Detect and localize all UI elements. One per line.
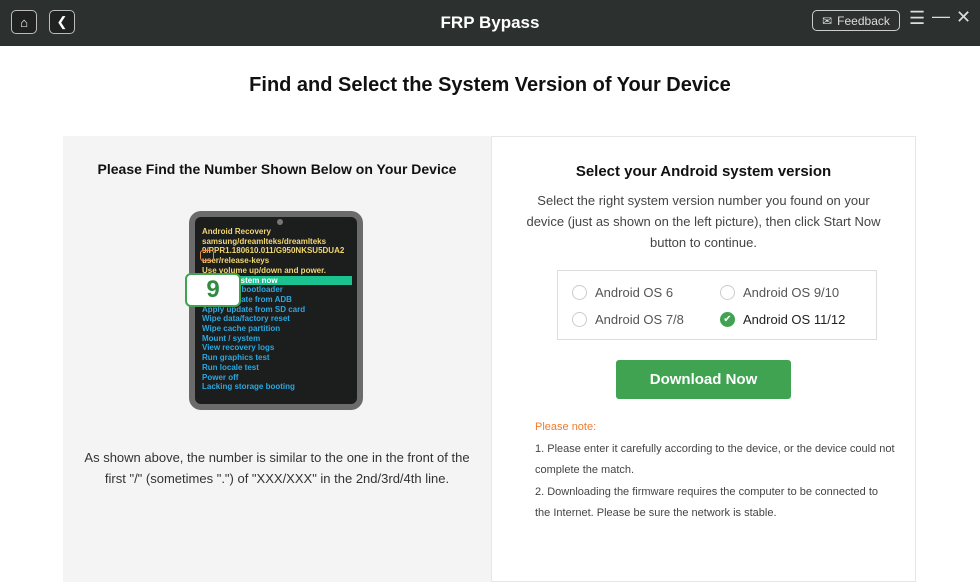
version-panel: Select your Android system version Selec… [491, 136, 916, 582]
feedback-button[interactable]: ✉ Feedback [812, 10, 900, 31]
version-option[interactable]: Android OS 7/8 [572, 306, 720, 333]
recovery-menu-item: Wipe data/factory reset [202, 314, 290, 324]
note-item: 2. Downloading the firmware requires the… [535, 485, 879, 520]
recovery-header-line: 9/PPR1.180610.011/G950NKSU5DUA2 [202, 246, 345, 256]
mail-icon: ✉ [822, 13, 833, 28]
version-options: Android OS 6 Android OS 9/10 Android OS 7/… [557, 270, 877, 340]
recovery-header-line: Android Recovery [202, 227, 271, 236]
version-option-label: Android OS 11/12 [743, 312, 846, 327]
note-item: 1. Please enter it carefully according t… [535, 442, 895, 477]
recovery-menu-item: Mount / system [202, 333, 261, 343]
title-bar: ⌂ ❮ FRP Bypass ✉ Feedback ☰ — ✕ [0, 0, 980, 46]
recovery-menu-item: Wipe cache partition [202, 324, 281, 334]
feedback-label: Feedback [837, 13, 890, 28]
minimize-icon[interactable]: — [932, 6, 950, 27]
recovery-menu-item: Lacking storage booting [202, 382, 295, 392]
instruction-text: As shown above, the number is similar to… [84, 450, 470, 486]
download-now-button[interactable]: Download Now [616, 360, 791, 399]
number-badge: 9 [185, 273, 241, 307]
instruction-heading: Please Find the Number Shown Below on Yo… [97, 161, 457, 177]
radio-icon[interactable] [572, 312, 587, 327]
recovery-menu-item: Run graphics test [202, 353, 270, 363]
note: Please note: 1. Please enter it carefull… [535, 417, 895, 525]
highlight-mark [200, 250, 214, 261]
version-option-label: Android OS 6 [595, 285, 674, 300]
note-title: Please note: [535, 421, 597, 433]
camera-icon [277, 219, 283, 225]
version-option[interactable]: Android OS 9/10 [720, 279, 862, 306]
radio-icon[interactable] [720, 285, 735, 300]
version-heading: Select your Android system version [575, 163, 832, 180]
recovery-menu-item: View recovery logs [202, 343, 275, 353]
recovery-menu-item: Run locale test [202, 362, 259, 372]
radio-checked-icon[interactable]: ✔ [720, 312, 735, 327]
close-icon[interactable]: ✕ [956, 7, 971, 28]
radio-icon[interactable] [572, 285, 587, 300]
recovery-menu-item: Power off [202, 372, 239, 382]
version-option[interactable]: Android OS 6 [572, 279, 720, 306]
version-option[interactable]: ✔ Android OS 11/12 [720, 306, 862, 333]
recovery-header-line: samsung/dreamlteks/dreamlteks [202, 236, 327, 246]
page-title: Find and Select the System Version of Yo… [249, 74, 731, 96]
menu-icon[interactable]: ☰ [909, 8, 925, 29]
version-description: Select the right system version number y… [526, 193, 881, 250]
phone-illustration: Android Recovery samsung/dreamlteks/dream… [185, 211, 363, 410]
instruction-panel: Please Find the Number Shown Below on Yo… [63, 136, 491, 582]
recovery-header-line: user/release-keys [202, 256, 270, 266]
version-option-label: Android OS 9/10 [743, 285, 840, 300]
version-option-label: Android OS 7/8 [595, 312, 684, 327]
